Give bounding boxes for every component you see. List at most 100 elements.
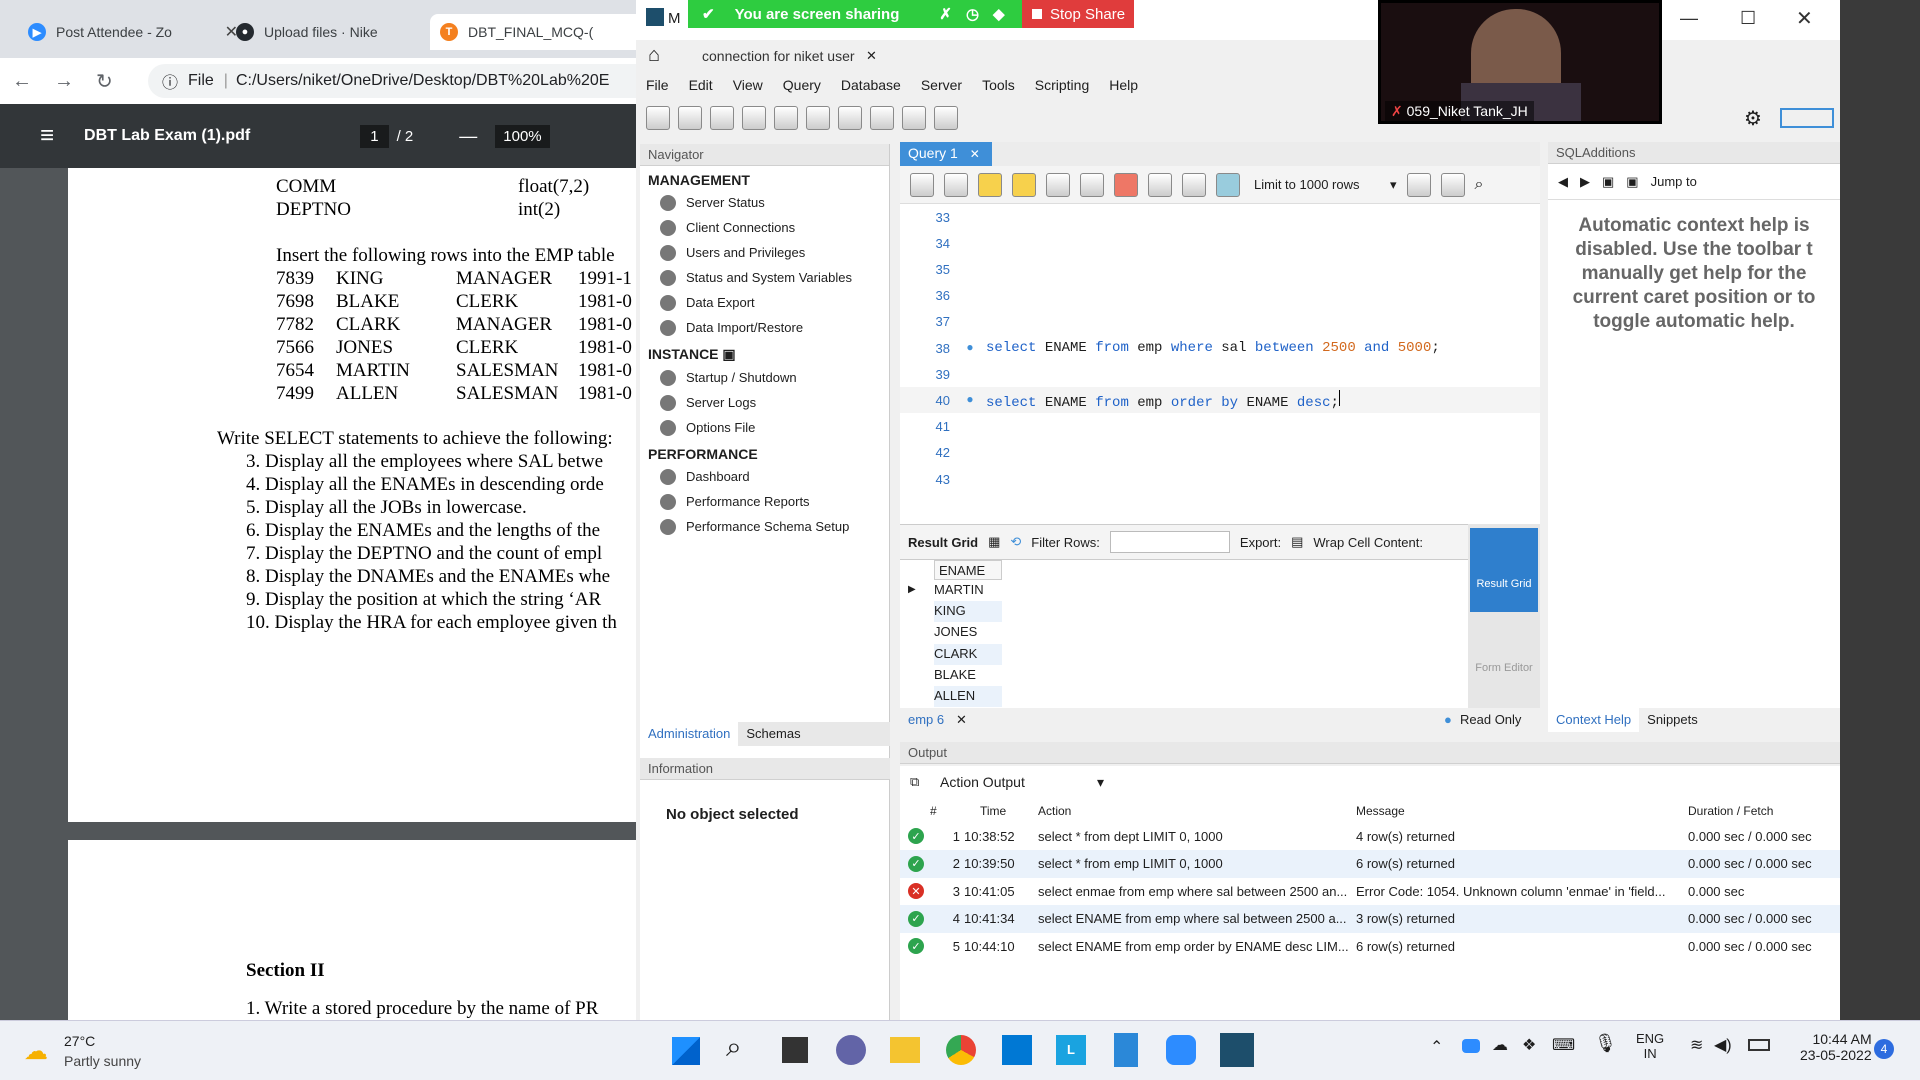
commit-icon[interactable] bbox=[1148, 172, 1172, 197]
column-header[interactable]: Time bbox=[980, 804, 1040, 818]
result-tab-emp[interactable]: emp 6 bbox=[908, 712, 944, 727]
toggle-error-icon[interactable] bbox=[1114, 172, 1138, 197]
output-row[interactable]: ✕ 3 10:41:05 select enmae from emp where sa… bbox=[900, 877, 1840, 905]
volume-icon[interactable]: ◀) bbox=[1714, 1035, 1732, 1055]
table-row[interactable]: JONES bbox=[934, 622, 1002, 644]
close-icon[interactable]: ✕ bbox=[970, 147, 980, 161]
menu-view[interactable]: View bbox=[723, 77, 773, 93]
autocommit-icon[interactable] bbox=[1216, 172, 1240, 197]
create-schema-icon[interactable] bbox=[742, 106, 766, 130]
connection-tab[interactable]: connection for niket user bbox=[702, 48, 855, 64]
editor-line[interactable]: 39 bbox=[900, 361, 1540, 387]
editor-line[interactable]: 38 ● select ENAME from emp where sal betwe… bbox=[900, 335, 1540, 361]
editor-line[interactable]: 43 bbox=[900, 466, 1540, 492]
zoom-app-icon[interactable] bbox=[1166, 1035, 1196, 1065]
execute-current-icon[interactable] bbox=[1012, 172, 1036, 197]
zoom-out-icon[interactable]: — bbox=[459, 126, 477, 147]
action-output-select[interactable]: Action Output ▾ bbox=[936, 772, 1108, 794]
language-indicator[interactable]: ENG IN bbox=[1636, 1031, 1664, 1061]
create-table-icon[interactable] bbox=[774, 106, 798, 130]
start-icon[interactable] bbox=[672, 1037, 700, 1065]
task-view-icon[interactable] bbox=[782, 1037, 808, 1063]
beautify-icon[interactable] bbox=[1440, 172, 1465, 197]
maximize-button[interactable]: ☐ bbox=[1740, 8, 1756, 29]
manual-help-icon[interactable]: ▣ bbox=[1602, 174, 1614, 190]
microphone-icon[interactable]: 🎙 bbox=[1594, 1033, 1617, 1054]
mic-off-icon[interactable]: ✗ bbox=[939, 5, 952, 23]
tab-snippets[interactable]: Snippets bbox=[1639, 708, 1706, 732]
store-icon[interactable] bbox=[1002, 1035, 1032, 1065]
nav-users-privileges[interactable]: Users and Privileges bbox=[640, 240, 889, 265]
nav-options-file[interactable]: Options File bbox=[640, 415, 889, 440]
table-row[interactable]: CLARK bbox=[934, 643, 1002, 665]
stop-share-button[interactable]: Stop Share bbox=[1022, 0, 1134, 28]
minimize-button[interactable]: — bbox=[1680, 8, 1698, 29]
inspector-icon[interactable] bbox=[710, 106, 734, 130]
query-tab[interactable]: Query 1 ✕ bbox=[900, 142, 992, 166]
create-function-icon[interactable] bbox=[870, 106, 894, 130]
reconnect-icon[interactable] bbox=[934, 106, 958, 130]
grid-icon[interactable]: ▦ bbox=[988, 534, 1000, 550]
auto-help-icon[interactable]: ▣ bbox=[1626, 174, 1638, 190]
back-icon[interactable]: ◀ bbox=[1558, 174, 1568, 190]
open-file-icon[interactable] bbox=[910, 172, 934, 197]
close-window-button[interactable]: ✕ bbox=[1796, 6, 1813, 31]
address-bar[interactable]: ⓘ File | C:/Users/niket/OneDrive/Desktop… bbox=[148, 64, 640, 98]
column-header[interactable]: Message bbox=[1356, 804, 1676, 818]
zoom-level[interactable]: 100% bbox=[495, 124, 550, 148]
chevron-down-icon[interactable]: ▾ bbox=[1390, 177, 1397, 193]
tab-context-help[interactable]: Context Help bbox=[1548, 708, 1640, 732]
menu-edit[interactable]: Edit bbox=[679, 77, 723, 93]
tab-administration[interactable]: Administration bbox=[640, 722, 739, 746]
output-row[interactable]: ✓ 1 10:38:52 select * from dept LIMIT 0, 10… bbox=[900, 822, 1840, 850]
weather-icon[interactable]: ☁ bbox=[24, 1037, 48, 1066]
weather-desc[interactable]: Partly sunny bbox=[64, 1053, 141, 1069]
close-icon[interactable]: ✕ bbox=[866, 48, 877, 64]
limit-rows-select[interactable]: Limit to 1000 rows bbox=[1254, 177, 1380, 192]
editor-line[interactable]: 41 bbox=[900, 414, 1540, 440]
close-icon[interactable]: ✕ bbox=[956, 712, 967, 728]
open-sql-icon[interactable] bbox=[678, 106, 702, 130]
menu-file[interactable]: File bbox=[636, 77, 679, 93]
page-number-input[interactable]: 1 bbox=[360, 124, 389, 148]
create-procedure-icon[interactable] bbox=[838, 106, 862, 130]
file-explorer-icon[interactable] bbox=[890, 1037, 920, 1063]
chevron-up-icon[interactable]: ⌃ bbox=[1430, 1037, 1443, 1057]
editor-line[interactable]: 40 ● select ENAME from emp order by ENAME … bbox=[900, 387, 1540, 414]
app-l-icon[interactable]: L bbox=[1056, 1035, 1086, 1065]
menu-tools[interactable]: Tools bbox=[972, 77, 1025, 93]
workbench-app-icon[interactable] bbox=[1220, 1033, 1254, 1067]
nav-status-variables[interactable]: Status and System Variables bbox=[640, 265, 889, 290]
back-icon[interactable]: ← bbox=[12, 70, 32, 93]
menu-help[interactable]: Help bbox=[1099, 77, 1148, 93]
zoom-tray-icon[interactable] bbox=[1462, 1039, 1480, 1053]
forward-icon[interactable]: ▶ bbox=[1580, 174, 1590, 190]
menu-database[interactable]: Database bbox=[831, 77, 911, 93]
stop-icon[interactable] bbox=[1080, 172, 1104, 197]
rollback-icon[interactable] bbox=[1182, 172, 1206, 197]
layout-toggle-icon[interactable] bbox=[1780, 108, 1834, 128]
jump-to-select[interactable]: Jump to bbox=[1651, 174, 1697, 189]
notepad-icon[interactable] bbox=[1114, 1033, 1138, 1067]
wifi-icon[interactable]: ≋ bbox=[1690, 1035, 1703, 1055]
column-header[interactable]: # bbox=[930, 804, 960, 818]
editor-line[interactable]: 42 bbox=[900, 440, 1540, 466]
form-editor-side-button[interactable]: Form Editor bbox=[1470, 620, 1538, 690]
menu-icon[interactable]: ≡ bbox=[40, 122, 54, 150]
nav-dashboard[interactable]: Dashboard bbox=[640, 464, 889, 489]
column-header[interactable]: Duration / Fetch bbox=[1688, 804, 1836, 818]
menu-scripting[interactable]: Scripting bbox=[1025, 77, 1099, 93]
notification-badge[interactable]: 4 bbox=[1874, 1039, 1894, 1059]
clock[interactable]: 10:44 AM 23-05-2022 bbox=[1800, 1031, 1872, 1063]
battery-icon[interactable] bbox=[1748, 1039, 1770, 1051]
tab-schemas[interactable]: Schemas bbox=[738, 722, 808, 746]
table-row[interactable]: ALLEN bbox=[934, 686, 1002, 707]
forward-icon[interactable]: → bbox=[54, 70, 74, 93]
filter-rows-input[interactable] bbox=[1109, 531, 1230, 553]
new-sql-tab-icon[interactable] bbox=[646, 106, 670, 130]
bookmark-icon[interactable] bbox=[1406, 172, 1431, 197]
column-header[interactable]: Action bbox=[1038, 804, 1338, 818]
create-view-icon[interactable] bbox=[806, 106, 830, 130]
browser-tab-pdf[interactable]: TDBT_FINAL_MCQ-(✕ bbox=[430, 14, 640, 50]
teams-icon[interactable] bbox=[836, 1035, 866, 1065]
